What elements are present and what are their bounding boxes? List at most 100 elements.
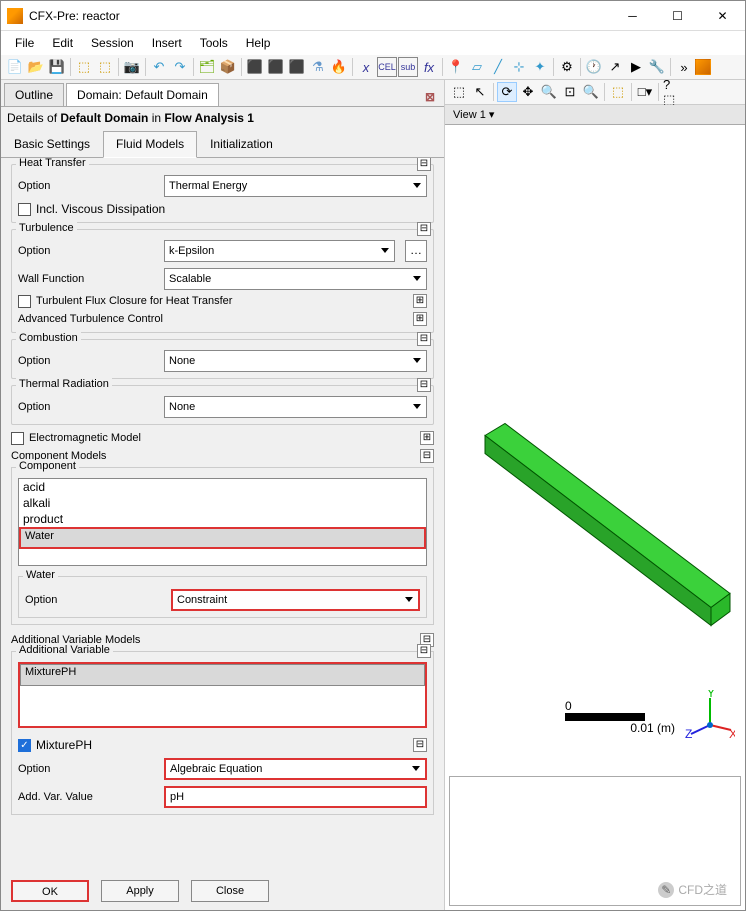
thrad-option-label: Option xyxy=(18,401,158,413)
expand-icon[interactable]: ⊞ xyxy=(413,312,427,326)
ok-button[interactable]: OK xyxy=(11,880,89,902)
apply-button[interactable]: Apply xyxy=(101,880,179,902)
sub-icon[interactable]: sub xyxy=(398,57,418,77)
pan-icon[interactable]: ✥ xyxy=(518,82,538,102)
list-item[interactable]: alkali xyxy=(19,495,426,511)
list-item-mixtureph[interactable]: MixturePH xyxy=(20,664,425,686)
mixtureph-checkbox[interactable]: ✓ xyxy=(18,739,31,752)
tab-close-icon[interactable]: ⊠ xyxy=(422,90,438,106)
scale-zero: 0 xyxy=(565,699,572,713)
water-option-select[interactable]: Constraint xyxy=(171,589,420,611)
collapse-icon[interactable]: ⊟ xyxy=(417,644,431,658)
flame-icon[interactable]: 🔥 xyxy=(329,57,349,77)
fit-icon[interactable]: 🔍 xyxy=(581,82,601,102)
zoom-in-icon[interactable]: 🔍 xyxy=(539,82,559,102)
thrad-option-select[interactable]: None xyxy=(164,396,427,418)
list-item[interactable]: product xyxy=(19,511,426,527)
collapse-icon[interactable]: ⊟ xyxy=(417,222,431,236)
menu-help[interactable]: Help xyxy=(238,33,279,53)
zoom-box-icon[interactable]: ⊡ xyxy=(560,82,580,102)
collapse-icon[interactable]: ⊟ xyxy=(420,449,434,463)
list-item-water[interactable]: Water xyxy=(19,527,426,549)
collapse-icon[interactable]: ⊟ xyxy=(417,332,431,346)
rotate-icon[interactable]: ⟳ xyxy=(497,82,517,102)
right-panel: ⬚ ↖ ⟳ ✥ 🔍 ⊡ 🔍 ⬚ □▾ ?⬚ View 1 ▾ 0 xyxy=(445,80,745,910)
addvar-value-input[interactable] xyxy=(164,786,427,808)
list-item[interactable]: acid xyxy=(19,479,426,495)
maximize-button[interactable]: ☐ xyxy=(655,2,700,30)
tab-domain[interactable]: Domain: Default Domain xyxy=(66,83,219,106)
save-icon[interactable]: 💾 xyxy=(47,57,67,77)
clock-icon[interactable]: 🕐 xyxy=(584,57,604,77)
tab-outline[interactable]: Outline xyxy=(4,83,64,106)
help-icon[interactable]: ?⬚ xyxy=(662,82,682,102)
collapse-icon[interactable]: ⊟ xyxy=(417,378,431,392)
fx-icon[interactable]: fx xyxy=(419,57,439,77)
turb-option-more-button[interactable]: … xyxy=(405,240,427,262)
menu-tools[interactable]: Tools xyxy=(192,33,236,53)
heat-option-label: Option xyxy=(18,180,158,192)
subtab-fluid[interactable]: Fluid Models xyxy=(103,131,197,158)
addvar-listbox[interactable]: MixturePH xyxy=(18,662,427,728)
redo-icon[interactable]: ↷ xyxy=(170,57,190,77)
cel-icon[interactable]: CEL xyxy=(377,57,397,77)
turb-flux-checkbox[interactable] xyxy=(18,295,31,308)
expand-icon[interactable]: ⊞ xyxy=(420,431,434,445)
open-icon[interactable]: 📂 xyxy=(26,57,46,77)
axis-triad-icon: Y X Z xyxy=(685,690,735,740)
arrow-icon[interactable]: ↗ xyxy=(605,57,625,77)
camera-icon[interactable]: 📷 xyxy=(122,57,142,77)
subdomain-icon[interactable]: ⬛ xyxy=(287,57,307,77)
minimize-button[interactable]: ─ xyxy=(610,2,655,30)
tree-icon[interactable]: 🗂 xyxy=(197,57,217,77)
addvar-option-select[interactable]: Algebraic Equation xyxy=(164,758,427,780)
viewport[interactable]: 0 0.01 (m) Y X Z ✎ CFD之道 xyxy=(445,125,745,910)
heat-option-select[interactable]: Thermal Energy xyxy=(164,175,427,197)
expand-icon[interactable]: ⊞ xyxy=(413,294,427,308)
mesh-icon[interactable]: ⬚ xyxy=(74,57,94,77)
viscous-dissipation-checkbox[interactable] xyxy=(18,203,31,216)
face-icon[interactable]: □▾ xyxy=(635,82,655,102)
undo-icon[interactable]: ↶ xyxy=(149,57,169,77)
view-tab[interactable]: View 1 ▾ xyxy=(445,105,745,125)
addvar-option-label: Option xyxy=(18,763,158,775)
comb-option-select[interactable]: None xyxy=(164,350,427,372)
misc-icon[interactable]: ✦ xyxy=(530,57,550,77)
domain-icon[interactable]: ⬛ xyxy=(245,57,265,77)
menu-session[interactable]: Session xyxy=(83,33,142,53)
group-turbulence: Turbulence ⊟ Option k-Epsilon … Wall Fun… xyxy=(11,229,434,333)
more-icon[interactable]: » xyxy=(674,57,694,77)
menu-file[interactable]: File xyxy=(7,33,42,53)
turb-option-select[interactable]: k-Epsilon xyxy=(164,240,395,262)
bc-icon[interactable]: ⬛ xyxy=(266,57,286,77)
x-icon[interactable]: x xyxy=(356,57,376,77)
menu-insert[interactable]: Insert xyxy=(144,33,190,53)
mesh2-icon[interactable]: ⬚ xyxy=(95,57,115,77)
flask-icon[interactable]: ⚗ xyxy=(308,57,328,77)
line-icon[interactable]: ╱ xyxy=(488,57,508,77)
pointer-icon[interactable]: ↖ xyxy=(470,82,490,102)
probe-icon[interactable]: 📍 xyxy=(446,57,466,77)
select-icon[interactable]: ⬚ xyxy=(449,82,469,102)
settings-icon[interactable]: 🔧 xyxy=(647,57,667,77)
wall-function-select[interactable]: Scalable xyxy=(164,268,427,290)
collapse-icon[interactable]: ⊟ xyxy=(413,738,427,752)
new-icon[interactable]: 📄 xyxy=(5,57,25,77)
app2-icon[interactable] xyxy=(695,59,711,75)
subtab-init[interactable]: Initialization xyxy=(197,131,286,157)
run-icon[interactable]: ▶ xyxy=(626,57,646,77)
details-prefix: Details of xyxy=(7,111,60,125)
list-item[interactable] xyxy=(19,549,426,565)
subtab-basic[interactable]: Basic Settings xyxy=(1,131,103,157)
solver-icon[interactable]: ⚙ xyxy=(557,57,577,77)
em-checkbox[interactable] xyxy=(11,432,24,445)
highlight-icon[interactable]: ⬚ xyxy=(608,82,628,102)
plane-icon[interactable]: ▱ xyxy=(467,57,487,77)
component-listbox[interactable]: acid alkali product Water xyxy=(18,478,427,566)
menu-edit[interactable]: Edit xyxy=(44,33,81,53)
collapse-icon[interactable]: ⊟ xyxy=(417,158,431,171)
close-button[interactable]: ✕ xyxy=(700,2,745,30)
point-icon[interactable]: ⊹ xyxy=(509,57,529,77)
close-dialog-button[interactable]: Close xyxy=(191,880,269,902)
box-icon[interactable]: 📦 xyxy=(218,57,238,77)
